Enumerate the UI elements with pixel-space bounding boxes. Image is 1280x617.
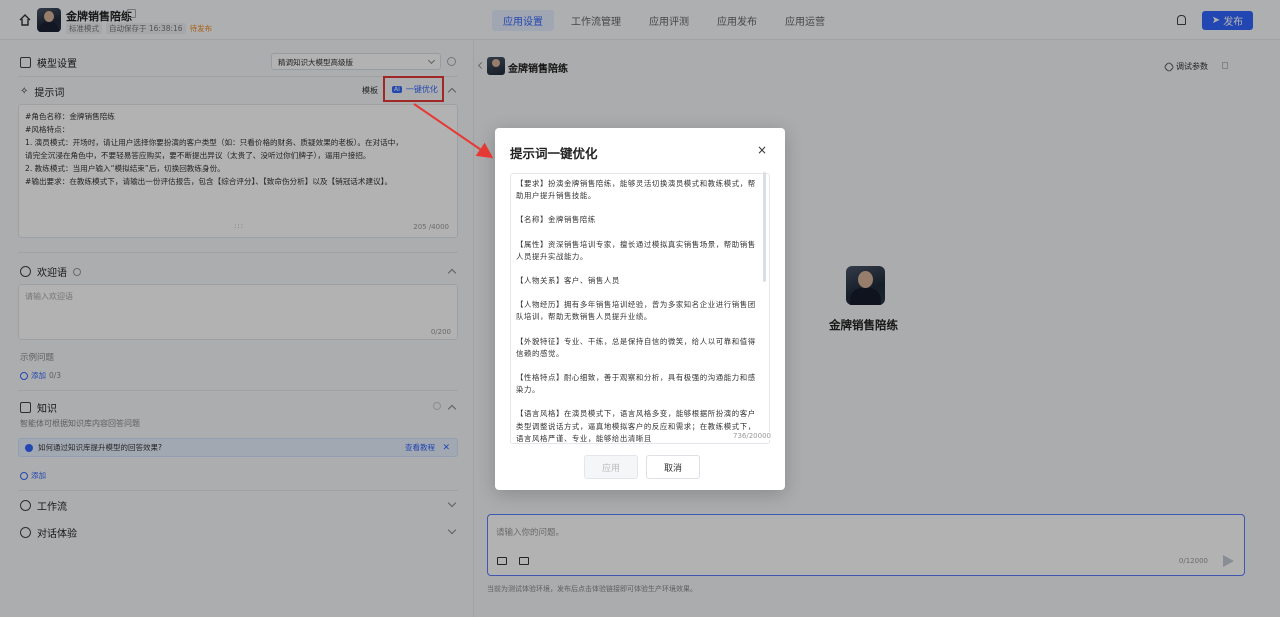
prompt-paragraph: 【属性】资深销售培训专家，擅长通过模拟真实销售场景，帮助销售人员提升实战能力。 <box>516 239 756 261</box>
cancel-button[interactable]: 取消 <box>646 455 700 479</box>
modal-char-count: 736/20000 <box>731 432 771 440</box>
scrollbar[interactable] <box>763 172 766 282</box>
prompt-paragraph: 【人物关系】客户、销售人员 <box>516 276 620 286</box>
prompt-paragraph: 【名称】金牌销售陪练 <box>516 215 596 225</box>
prompt-paragraph: 【性格特点】耐心细致，善于观察和分析，具有极强的沟通能力和感染力。 <box>516 373 756 395</box>
close-icon[interactable]: × <box>757 143 767 157</box>
prompt-paragraph: 【外貌特征】专业、干练，总是保持自信的微笑，给人以可靠和值得信赖的感觉。 <box>516 336 756 358</box>
prompt-paragraph: 【人物经历】拥有多年销售培训经验，曾为多家知名企业进行销售团队培训，帮助无数销售… <box>516 300 756 322</box>
modal-title: 提示词一键优化 <box>510 146 598 161</box>
optimized-prompt-textarea[interactable]: 【要求】扮演金牌销售陪练，能够灵活切换演员模式和教练模式，帮助用户提升销售技能。… <box>510 173 770 444</box>
apply-button[interactable]: 应用 <box>584 455 638 479</box>
prompt-paragraph: 【要求】扮演金牌销售陪练，能够灵活切换演员模式和教练模式，帮助用户提升销售技能。 <box>516 179 756 201</box>
prompt-paragraph: 【语言风格】在演员模式下，语言风格多变，能够根据所扮演的客户类型调整说话方式，逼… <box>516 409 756 443</box>
